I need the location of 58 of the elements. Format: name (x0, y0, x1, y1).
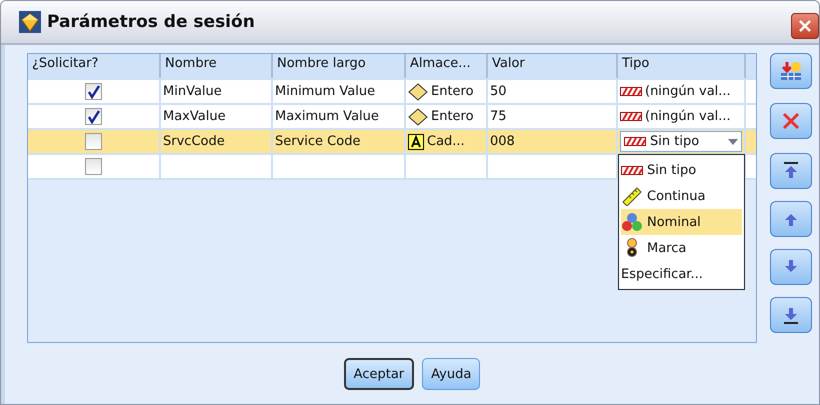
dropdown-option[interactable]: Nominal (621, 209, 742, 235)
table-cell: SrvcCode (163, 134, 225, 149)
ruler-icon (621, 186, 643, 206)
column-header[interactable]: Almace... (406, 54, 488, 78)
table-cell: (ningún val... (645, 84, 731, 99)
table-cell: 50 (490, 84, 507, 99)
toolbar-button[interactable] (770, 103, 812, 139)
window-title: Parámetros de sesión (47, 12, 256, 32)
table-cell: (ningún val... (645, 109, 731, 124)
striped-bar-icon (620, 112, 642, 121)
striped-bar-icon (621, 166, 643, 174)
table-row[interactable]: MinValue Minimum Value Entero 50 (ningún val... (28, 80, 756, 105)
toolbar-button[interactable] (770, 153, 812, 189)
checkbox[interactable] (85, 83, 102, 100)
toolbar-button[interactable] (770, 297, 812, 333)
caret-icon (728, 138, 738, 144)
letter-tile-icon (408, 134, 424, 150)
toolbar-button[interactable] (770, 249, 812, 285)
dialog-button[interactable]: Aceptar (344, 358, 414, 390)
dialog-button[interactable]: Ayuda (422, 358, 480, 390)
table-cell: Entero (431, 109, 474, 124)
type-dropdown[interactable]: Sin tipo (620, 131, 742, 152)
diamond-icon (19, 11, 41, 33)
close-icon (781, 111, 801, 131)
move-top-icon (782, 161, 800, 181)
toolbar-button[interactable] (770, 201, 812, 237)
dropdown-option[interactable]: Especificar... (621, 261, 742, 287)
dropdown-option[interactable]: Marca (621, 235, 742, 261)
table-cell: Maximum Value (275, 109, 379, 124)
table-cell: Cad... (427, 134, 465, 149)
table-cell: MinValue (163, 84, 222, 99)
column-header[interactable]: ¿Solicitar? (28, 54, 161, 78)
table-cell: Minimum Value (275, 84, 376, 99)
striped-bar-icon (624, 137, 646, 146)
add-row-icon (780, 61, 802, 81)
toolbar-button[interactable] (770, 53, 812, 89)
table-cell: 75 (490, 109, 507, 124)
dropdown-option[interactable]: Continua (621, 183, 742, 209)
column-header[interactable]: Tipo (618, 54, 746, 78)
checkbox[interactable] (85, 158, 102, 175)
table-row[interactable]: MaxValue Maximum Value Entero 75 (ningún val... (28, 105, 756, 130)
diamond-icon (408, 108, 428, 126)
close-icon (798, 19, 812, 33)
column-header[interactable]: Nombre largo (273, 54, 406, 78)
three-circles-icon (621, 212, 643, 232)
dropdown-option[interactable]: Sin tipo (621, 157, 742, 183)
close-button[interactable] (791, 13, 819, 39)
column-header[interactable]: Nombre (161, 54, 273, 78)
column-header[interactable]: Valor (488, 54, 618, 78)
diamond-icon (408, 82, 428, 100)
striped-bar-icon (620, 87, 642, 96)
table-cell: Service Code (275, 134, 360, 149)
table-cell: MaxValue (163, 109, 226, 124)
checkbox[interactable] (85, 133, 102, 150)
table-cell: Entero (431, 84, 474, 99)
move-bottom-icon (782, 305, 800, 325)
table-cell: 008 (490, 134, 515, 149)
checkbox[interactable] (85, 108, 102, 125)
